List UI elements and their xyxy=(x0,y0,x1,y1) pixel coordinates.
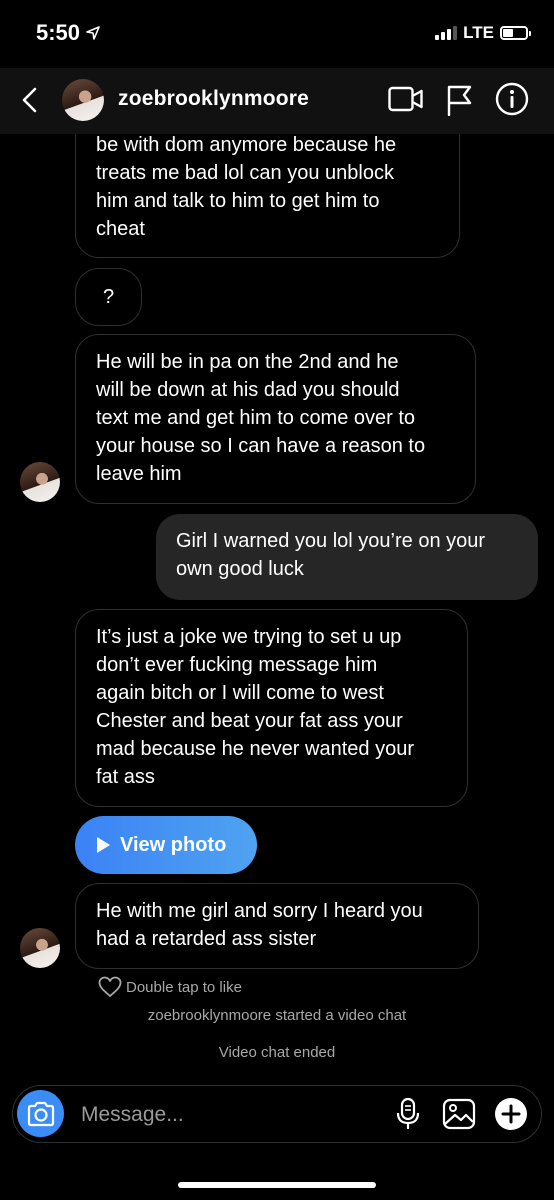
battery-icon xyxy=(500,26,531,40)
view-photo-button[interactable]: View photo xyxy=(75,816,257,874)
chat-header: zoebrooklynmoore xyxy=(0,68,554,134)
home-indicator[interactable] xyxy=(178,1182,376,1188)
heart-icon[interactable] xyxy=(98,976,122,998)
camera-button[interactable] xyxy=(17,1090,64,1137)
message-bubble-received[interactable]: It’s just a joke we trying to set u up d… xyxy=(75,609,468,807)
message-bubble-sent[interactable]: Girl I warned you lol you’re on your own… xyxy=(156,514,538,600)
avatar[interactable] xyxy=(20,462,60,502)
flag-icon[interactable] xyxy=(446,84,474,116)
message-input[interactable] xyxy=(79,1100,363,1130)
back-chevron-icon[interactable] xyxy=(18,86,42,114)
gallery-icon[interactable] xyxy=(442,1098,476,1130)
status-indicators: LTE xyxy=(435,23,531,43)
message-bubble-received[interactable]: He will be in pa on the 2nd and he will … xyxy=(75,334,476,504)
message-composer xyxy=(12,1085,542,1143)
avatar[interactable] xyxy=(62,79,104,121)
avatar[interactable] xyxy=(20,928,60,968)
info-icon[interactable] xyxy=(495,82,529,116)
battery-level xyxy=(503,29,513,37)
plus-icon[interactable] xyxy=(494,1097,528,1131)
camera-icon xyxy=(27,1101,54,1126)
microphone-icon[interactable] xyxy=(396,1097,420,1131)
message-bubble-received[interactable]: He with me girl and sorry I heard you ha… xyxy=(75,883,479,969)
system-message: Video chat ended xyxy=(218,1044,336,1061)
location-arrow-icon xyxy=(86,26,100,40)
clock: 5:50 xyxy=(36,20,100,46)
carrier-label: LTE xyxy=(463,23,494,42)
video-call-icon[interactable] xyxy=(388,85,424,113)
status-bar: 5:50 LTE xyxy=(0,0,554,68)
system-message: zoebrooklynmoore started a video chat xyxy=(147,1007,407,1024)
play-icon xyxy=(97,837,110,853)
message-bubble-received[interactable]: ? xyxy=(75,268,142,326)
chat-username[interactable]: zoebrooklynmoore xyxy=(118,87,309,111)
signal-strength-icon xyxy=(435,26,458,40)
view-photo-label: View photo xyxy=(120,833,227,856)
clock-text: 5:50 xyxy=(36,20,81,45)
double-tap-hint: Double tap to like xyxy=(98,976,242,998)
double-tap-label: Double tap to like xyxy=(126,978,242,996)
